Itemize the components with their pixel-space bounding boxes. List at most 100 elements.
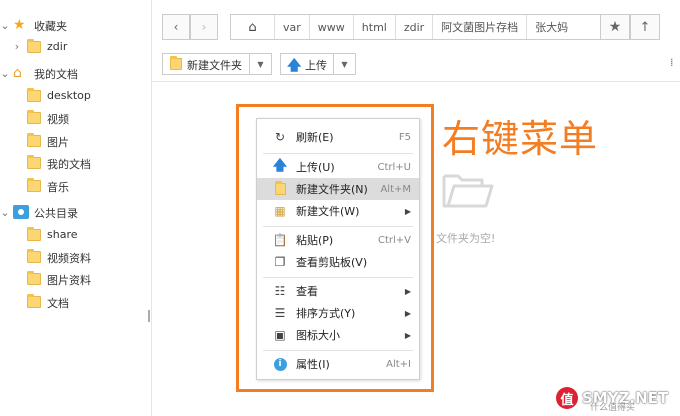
up-level-button[interactable]: ↑	[630, 14, 660, 40]
folder-icon	[27, 110, 41, 124]
tree-label: 图片	[47, 136, 69, 149]
submenu-arrow-icon: ▶	[404, 330, 411, 340]
empty-folder-text: 文件夹为空!	[436, 232, 496, 245]
breadcrumb-item[interactable]: www	[310, 15, 354, 39]
icon-size-icon: ▣	[274, 328, 286, 342]
folder-icon	[27, 271, 41, 285]
tree-label: 音乐	[47, 181, 69, 194]
menu-divider	[263, 226, 413, 227]
chevron-right-icon[interactable]: ›	[12, 40, 22, 53]
tree-label: 视频资料	[47, 252, 91, 265]
tree-item-video[interactable]: 视频	[0, 107, 152, 129]
chevron-down-icon[interactable]: ⌄	[0, 67, 10, 80]
watermark-logo: 值	[556, 387, 578, 409]
submenu-arrow-icon: ▶	[404, 308, 411, 318]
back-button[interactable]: ‹	[162, 14, 190, 40]
breadcrumb-item[interactable]: var	[275, 15, 310, 39]
folder-icon	[27, 294, 41, 308]
menu-item-upload[interactable]: 🡅 上传(U) Ctrl+U	[257, 156, 419, 178]
menu-item-properties[interactable]: i 属性(I) Alt+I	[257, 353, 419, 375]
tree-favorites[interactable]: ⌄ ★ 收藏夹	[0, 14, 152, 36]
menu-item-label: 图标大小	[296, 329, 340, 342]
dropdown-arrow-icon[interactable]: ▼	[249, 54, 271, 74]
menu-divider	[263, 277, 413, 278]
paste-icon: 📋	[272, 233, 288, 247]
new-folder-button[interactable]: 新建文件夹 ▼	[162, 53, 272, 75]
disk-icon	[13, 205, 29, 219]
tree-item-mydocs[interactable]: 我的文档	[0, 152, 152, 174]
menu-item-label: 属性(I)	[296, 358, 330, 371]
chevron-down-icon[interactable]: ⌄	[0, 19, 10, 32]
forward-button[interactable]: ›	[190, 14, 218, 40]
menu-item-view[interactable]: ☷ 查看 ▶	[257, 280, 419, 302]
menu-item-new-file[interactable]: ▦ 新建文件(W) ▶	[257, 200, 419, 222]
toolbar: 新建文件夹 ▼ 🡅 上传 ▼ ⁞	[152, 48, 680, 82]
folder-icon	[27, 133, 41, 147]
breadcrumb-item[interactable]: 阿文菌图片存档	[433, 15, 528, 39]
tree-label: 文档	[47, 297, 69, 310]
dropdown-arrow-icon[interactable]: ▼	[333, 54, 355, 74]
chevron-right-icon: ›	[201, 20, 207, 34]
menu-item-view-clipboard[interactable]: ❐ 查看剪贴板(V)	[257, 251, 419, 273]
folder-icon	[170, 56, 182, 70]
navigation-bar: ‹ › ⌂ var www html zdir 阿文菌图片存档 张大妈 ★ ↑	[152, 0, 680, 48]
tree-item-pictures[interactable]: 图片	[0, 130, 152, 152]
menu-item-sort[interactable]: ☰ 排序方式(Y) ▶	[257, 302, 419, 324]
upload-icon: 🡅	[272, 158, 288, 174]
tree-label: 我的文档	[47, 158, 91, 171]
annotation-label: 右键菜单	[442, 117, 599, 161]
menu-item-new-folder[interactable]: 新建文件夹(N) Alt+M	[257, 178, 419, 200]
new-file-icon: ▦	[274, 204, 286, 218]
tree-my-docs[interactable]: ⌄ ⌂ 我的文档	[0, 62, 152, 84]
upload-button[interactable]: 🡅 上传 ▼	[280, 53, 356, 75]
tree-item-share[interactable]: share	[0, 224, 152, 246]
chevron-down-icon[interactable]: ⌄	[0, 206, 10, 219]
tree-label: 收藏夹	[34, 20, 67, 33]
tree-item-zdir[interactable]: › zdir	[0, 36, 152, 58]
context-menu: ↻ 刷新(E) F5 🡅 上传(U) Ctrl+U 新建文件夹(N) Alt+M…	[256, 118, 420, 380]
menu-item-refresh[interactable]: ↻ 刷新(E) F5	[257, 126, 419, 148]
breadcrumb-item[interactable]: 张大妈	[527, 15, 576, 39]
tree-item-desktop[interactable]: desktop	[0, 85, 152, 107]
tree-label: 公共目录	[34, 207, 78, 220]
breadcrumb-home[interactable]: ⌂	[231, 15, 275, 39]
breadcrumb-item[interactable]: zdir	[396, 15, 434, 39]
folder-icon	[27, 88, 41, 102]
arrow-up-icon: ↑	[639, 19, 651, 35]
menu-item-label: 新建文件夹(N)	[296, 183, 368, 196]
view-icon: ☷	[274, 284, 286, 298]
folder-icon	[27, 39, 41, 53]
tree-item-picture-materials[interactable]: 图片资料	[0, 268, 152, 290]
sort-icon: ☰	[274, 306, 286, 320]
menu-shortcut: F5	[398, 131, 411, 143]
menu-item-label: 排序方式(Y)	[296, 307, 356, 320]
folder-icon	[27, 227, 41, 241]
home-icon: ⌂	[248, 19, 257, 35]
menu-item-label: 查看剪贴板(V)	[296, 256, 368, 269]
tree-item-music[interactable]: 音乐	[0, 175, 152, 197]
breadcrumb: ⌂ var www html zdir 阿文菌图片存档 张大妈	[230, 14, 604, 40]
tree-public[interactable]: ⌄ 公共目录	[0, 201, 152, 223]
tree-item-documents[interactable]: 文档	[0, 291, 152, 313]
breadcrumb-item[interactable]: html	[354, 15, 396, 39]
menu-item-label: 粘贴(P)	[296, 234, 334, 247]
favorite-button[interactable]: ★	[600, 14, 630, 40]
folder-icon	[27, 178, 41, 192]
star-icon: ★	[608, 19, 622, 35]
chevron-left-icon: ‹	[173, 20, 179, 34]
clipboard-icon: ❐	[274, 255, 286, 269]
folder-icon	[273, 181, 287, 196]
menu-shortcut: Ctrl+U	[377, 161, 412, 173]
submenu-arrow-icon: ▶	[404, 206, 411, 216]
upload-label: 上传	[305, 59, 327, 72]
tree-label: desktop	[47, 89, 91, 102]
menu-item-paste[interactable]: 📋 粘贴(P) Ctrl+V	[257, 229, 419, 251]
menu-shortcut: Ctrl+V	[377, 234, 411, 246]
info-icon: i	[273, 357, 287, 371]
view-toggle-icon[interactable]: ⁞	[670, 56, 674, 69]
star-icon: ★	[13, 17, 26, 33]
folder-icon	[27, 155, 41, 169]
splitter-handle[interactable]	[148, 310, 150, 322]
tree-item-video-materials[interactable]: 视频资料	[0, 246, 152, 268]
menu-item-icon-size[interactable]: ▣ 图标大小 ▶	[257, 324, 419, 346]
